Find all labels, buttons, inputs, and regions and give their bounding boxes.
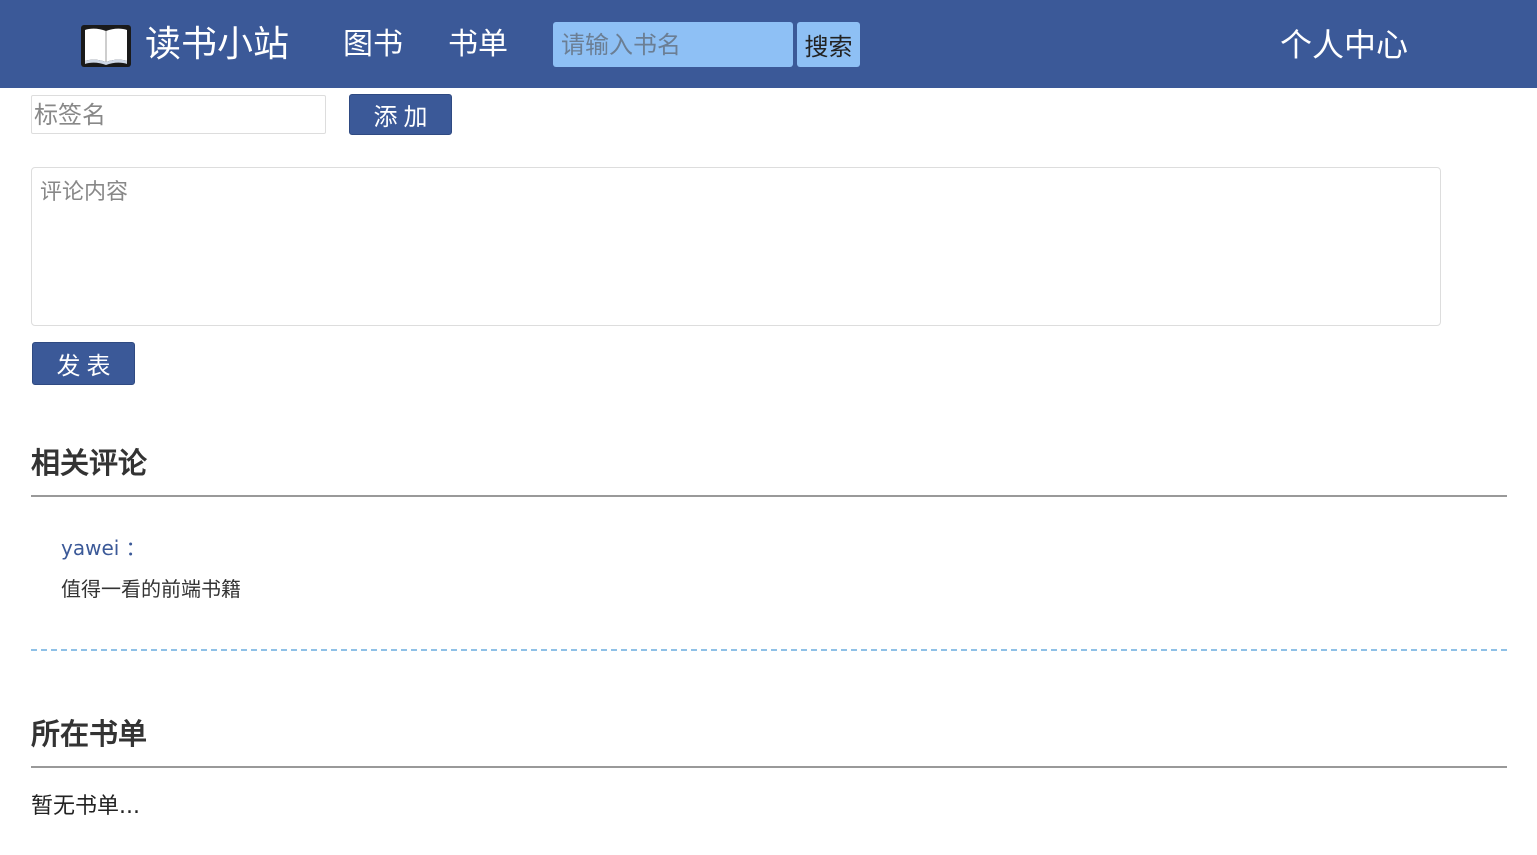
open-book-icon <box>81 25 131 67</box>
top-navigation-bar: 读书小站 图书 书单 搜索 个人中心 <box>0 0 1537 88</box>
add-tag-button[interactable]: 添加 <box>349 94 452 135</box>
book-lists-heading: 所在书单 <box>31 717 148 751</box>
tag-name-input[interactable] <box>31 95 326 134</box>
comment-textarea[interactable] <box>31 167 1441 326</box>
section-divider <box>31 766 1507 768</box>
related-comments-heading: 相关评论 <box>31 446 148 480</box>
comment-text: 值得一看的前端书籍 <box>61 577 241 601</box>
comment-author-link[interactable]: yawei ： <box>61 535 146 561</box>
nav-link-books[interactable]: 图书 <box>343 24 403 66</box>
nav-link-book-lists[interactable]: 书单 <box>448 24 508 66</box>
search-input[interactable] <box>553 22 793 67</box>
nav-link-personal-center[interactable]: 个人中心 <box>1280 24 1408 66</box>
publish-comment-button[interactable]: 发表 <box>32 342 135 385</box>
empty-book-lists-message: 暂无书单... <box>31 794 140 819</box>
search-button[interactable]: 搜索 <box>797 22 860 67</box>
site-name[interactable]: 读书小站 <box>145 22 289 68</box>
comment-separator <box>31 649 1507 651</box>
section-divider <box>31 495 1507 497</box>
